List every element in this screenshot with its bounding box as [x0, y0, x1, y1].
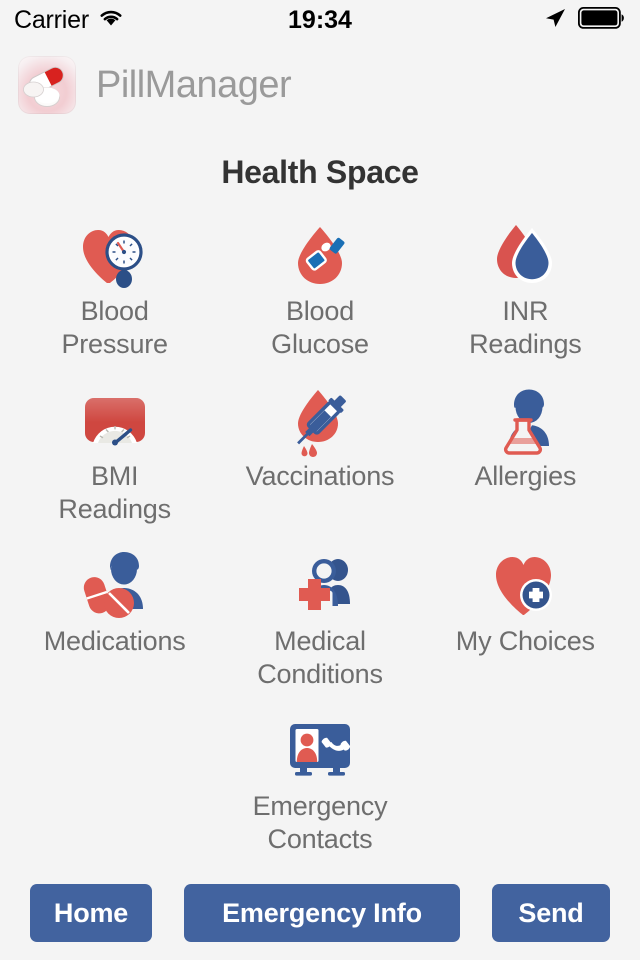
grid-item-blood-pressure[interactable]: Blood Pressure [12, 213, 217, 378]
app-title: PillManager [96, 64, 292, 106]
status-bar-left: Carrier [14, 6, 124, 35]
wifi-icon [98, 8, 124, 33]
home-button[interactable]: Home [30, 884, 152, 942]
grid-item-label: Vaccinations [245, 461, 395, 491]
emergency-info-button[interactable]: Emergency Info [184, 884, 460, 942]
grid-item-label: My Choices [455, 626, 595, 656]
grid-item-medications[interactable]: Medications [12, 543, 217, 708]
grid-item-label: Blood Pressure [61, 296, 168, 359]
bottom-toolbar: Home Emergency Info Send [0, 884, 640, 942]
grid-item-label: Blood Glucose [271, 296, 369, 359]
grid-item-emergency-contacts[interactable]: Emergency Contacts [12, 708, 628, 873]
battery-full-icon [577, 6, 626, 34]
status-bar-right [543, 6, 626, 35]
status-bar: Carrier 19:34 [0, 0, 640, 40]
grid-item-inr-readings[interactable]: INR Readings [423, 213, 628, 378]
grid-item-label: Emergency Contacts [252, 791, 388, 854]
grid-item-label: BMI Readings [58, 461, 171, 524]
allergies-icon [487, 382, 563, 458]
emergency-contacts-icon [282, 712, 358, 788]
medical-conditions-icon [282, 547, 358, 623]
medications-icon [77, 547, 153, 623]
inr-readings-icon [487, 217, 563, 293]
grid-item-label: Allergies [474, 461, 577, 491]
carrier-label: Carrier [14, 5, 89, 34]
grid-item-label: Medications [43, 626, 186, 656]
grid-item-blood-glucose[interactable]: Blood Glucose [217, 213, 422, 378]
send-button[interactable]: Send [492, 884, 610, 942]
blood-pressure-icon [77, 217, 153, 293]
grid-item-medical-conditions[interactable]: Medical Conditions [217, 543, 422, 708]
health-space-grid: Blood Pressure Blood Glucose INR Reading… [0, 213, 640, 873]
bmi-readings-icon [77, 382, 153, 458]
blood-glucose-icon [282, 217, 358, 293]
grid-item-label: INR Readings [469, 296, 582, 359]
grid-item-bmi-readings[interactable]: BMI Readings [12, 378, 217, 543]
grid-item-vaccinations[interactable]: Vaccinations [217, 378, 422, 543]
grid-item-allergies[interactable]: Allergies [423, 378, 628, 543]
grid-item-label: Medical Conditions [257, 626, 383, 689]
app-header: PillManager [0, 40, 640, 116]
grid-item-my-choices[interactable]: My Choices [423, 543, 628, 708]
vaccinations-icon [282, 382, 358, 458]
my-choices-icon [487, 547, 563, 623]
page-title: Health Space [221, 154, 419, 190]
location-arrow-icon [543, 6, 567, 35]
pill-app-icon [18, 56, 76, 114]
